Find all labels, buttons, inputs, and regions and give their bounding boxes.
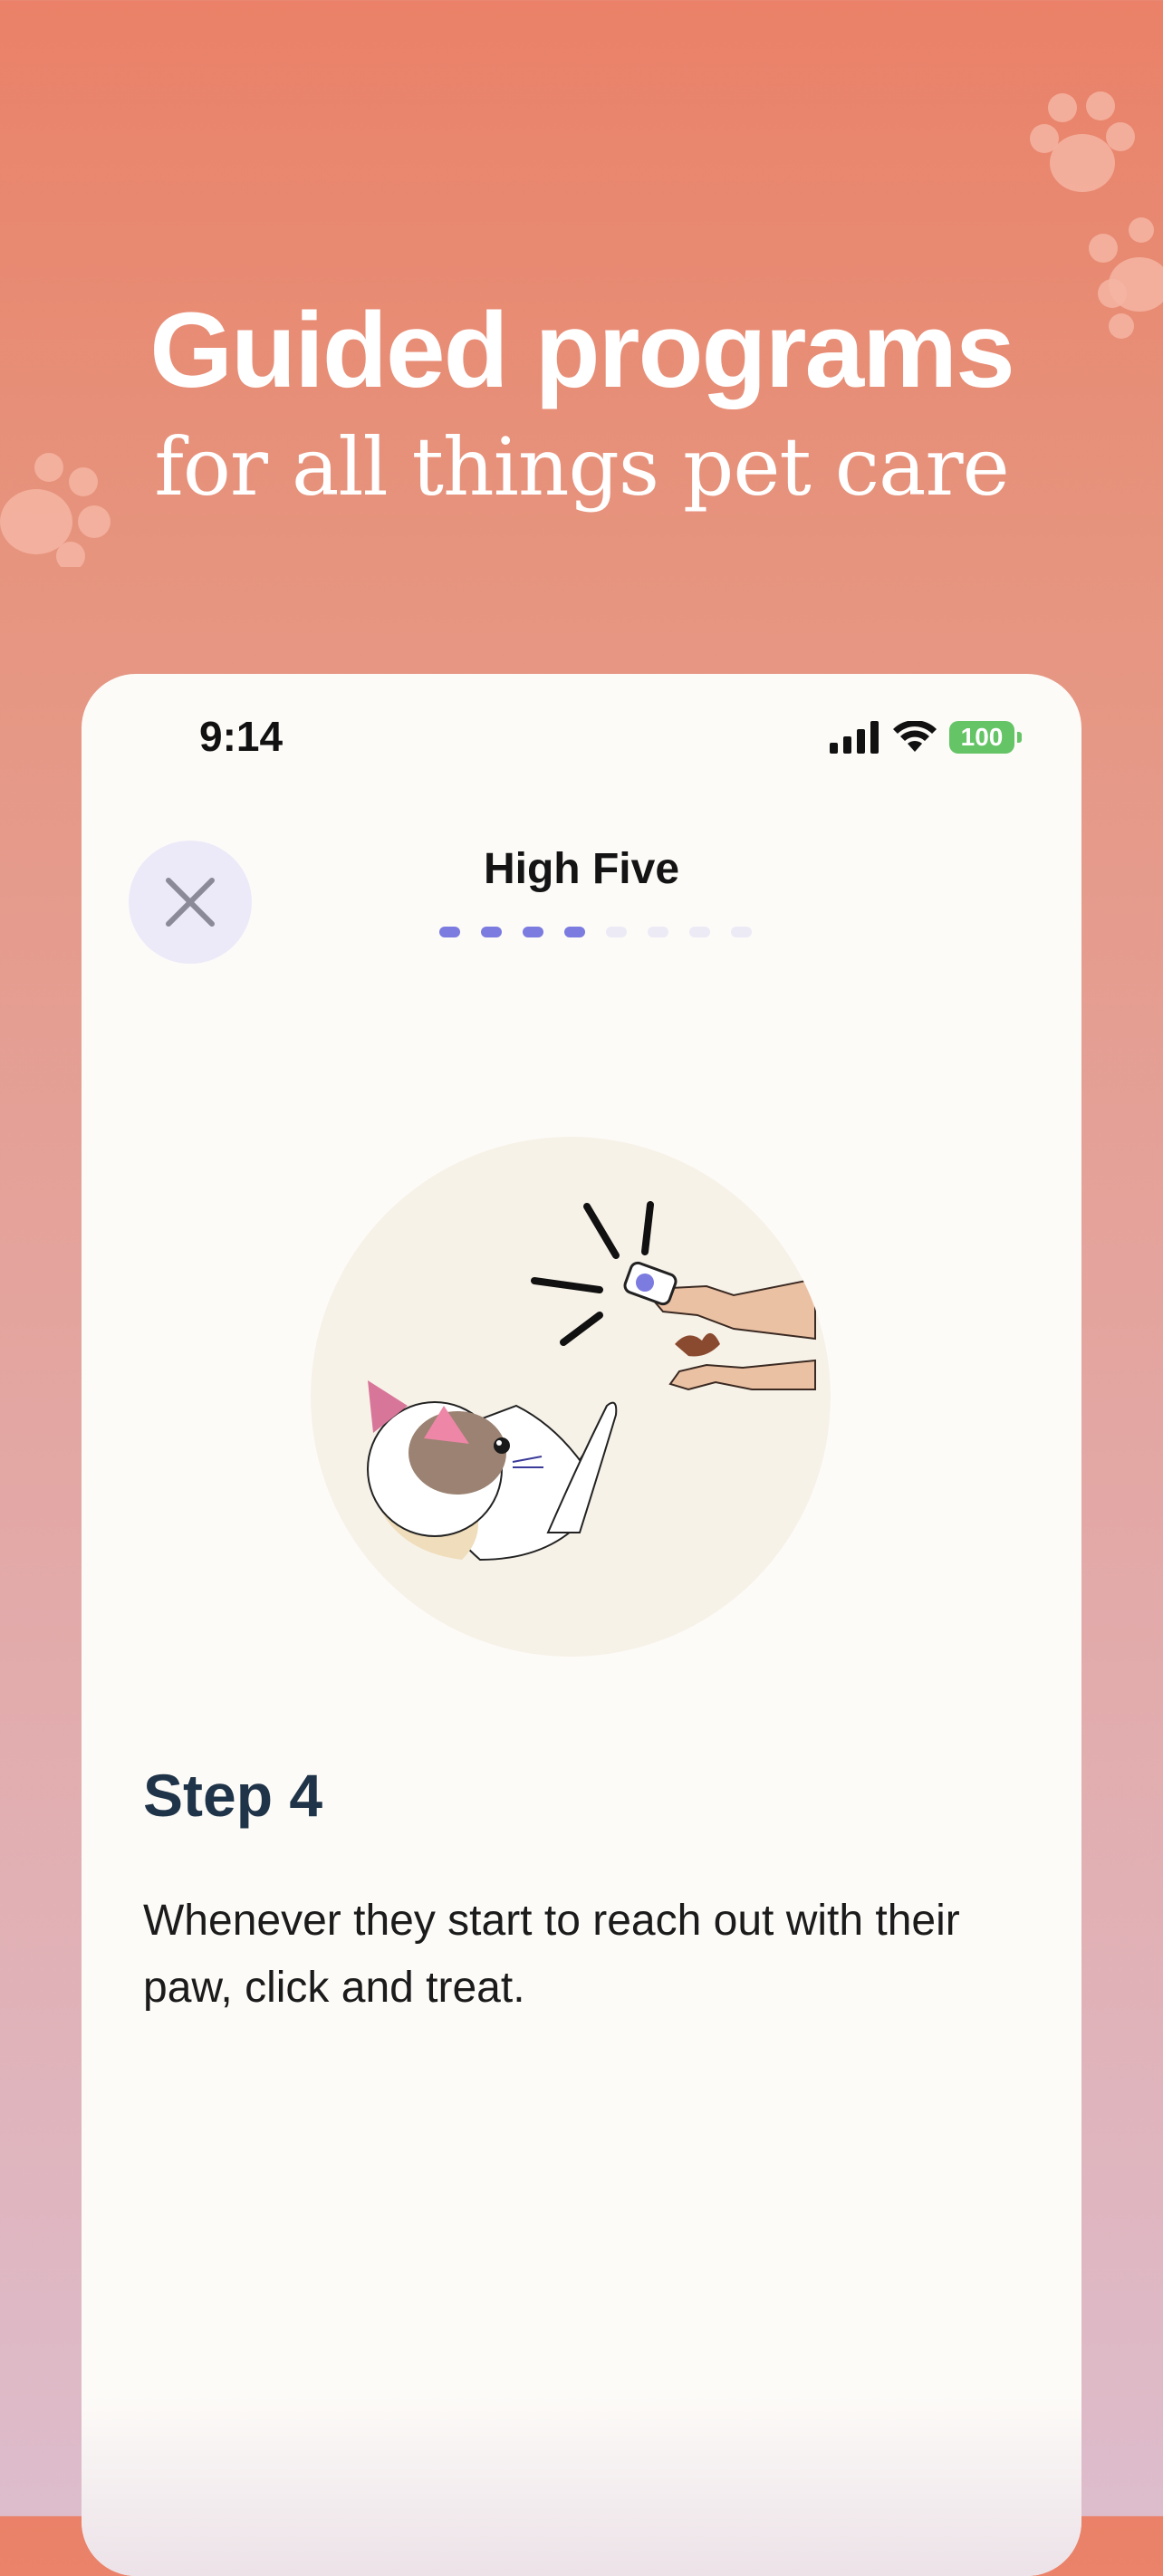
hero-title: Guided programs (149, 291, 1014, 410)
signal-icon (830, 721, 879, 754)
progress-dot-incomplete (606, 927, 627, 937)
lesson-title: High Five (483, 845, 680, 893)
progress-dot-complete (439, 927, 460, 937)
progress-dot-complete (523, 927, 543, 937)
bottom-fade (82, 2395, 1081, 2576)
progress-indicator (439, 927, 752, 937)
wifi-icon (893, 721, 937, 752)
battery-icon: 100 (949, 721, 1022, 754)
status-time: 9:14 (199, 713, 284, 760)
paw-print-icon (1030, 91, 1135, 192)
progress-dot-complete (481, 927, 502, 937)
progress-dot-incomplete (689, 927, 710, 937)
step-heading: Step 4 (143, 1762, 323, 1829)
status-icons: 100 (830, 721, 1022, 754)
high-five-illustration (311, 1137, 831, 1657)
battery-level: 100 (960, 723, 1004, 751)
hero-subtitle: for all things pet care (154, 420, 1009, 514)
progress-dot-complete (564, 927, 585, 937)
progress-dot-incomplete (731, 927, 752, 937)
step-description: Whenever they start to reach out with th… (143, 1897, 960, 2012)
phone-screen: 9:14 100 High Five Step 4 Whenever they … (82, 674, 1081, 2576)
progress-dot-incomplete (648, 927, 668, 937)
